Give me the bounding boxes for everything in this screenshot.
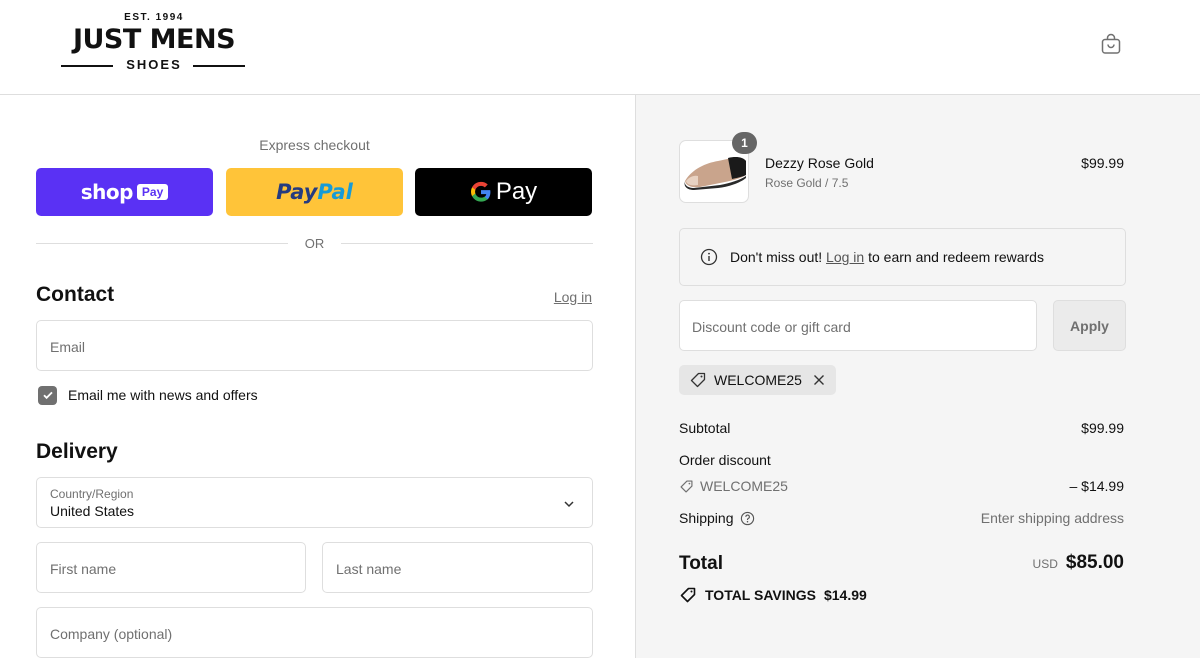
first-name-field[interactable]: First name <box>36 542 306 593</box>
total-label: Total <box>679 553 723 574</box>
shipping-label: Shipping <box>679 510 734 526</box>
subtotal-label: Subtotal <box>679 420 731 436</box>
delivery-heading: Delivery <box>36 440 118 463</box>
checkout-form: Express checkout shop Pay PayPal Pay OR … <box>0 95 635 658</box>
rewards-text: Don't miss out! Log in to earn and redee… <box>730 249 1044 265</box>
shipping-help-icon[interactable] <box>740 511 755 526</box>
email-placeholder: Email <box>50 339 86 355</box>
total-value: USD $85.00 <box>1033 552 1124 574</box>
savings-value: $14.99 <box>823 587 867 603</box>
total-savings-row: TOTAL SAVINGS $14.99 <box>679 586 867 604</box>
product-price: $99.99 <box>1081 155 1124 171</box>
total-amount: $85.00 <box>1065 552 1124 573</box>
savings-tag-icon <box>680 587 696 603</box>
or-divider: OR <box>36 235 593 253</box>
rewards-login-link[interactable]: Log in <box>826 249 864 265</box>
google-pay-button[interactable]: Pay <box>415 168 592 216</box>
info-icon <box>700 248 718 266</box>
shop-pay-button[interactable]: shop Pay <box>36 168 213 216</box>
currency-code: USD <box>1032 557 1058 571</box>
country-label: Country/Region <box>50 487 134 501</box>
subtotal-value: $99.99 <box>1081 420 1124 436</box>
order-summary: 1 Dezzy Rose Gold Rose Gold / 7.5 $99.99… <box>635 95 1200 658</box>
site-header: EST. 1994 JUST MENS SHOES <box>0 0 1200 95</box>
google-pay-word: Pay <box>495 178 538 205</box>
newsletter-option[interactable]: Email me with news and offers <box>38 385 258 405</box>
discount-code-name: WELCOME25 <box>700 478 788 494</box>
discount-code-input[interactable]: Discount code or gift card <box>679 300 1037 351</box>
shipping-row: Shipping <box>679 510 755 526</box>
close-icon <box>813 375 824 385</box>
last-name-placeholder: Last name <box>336 561 402 577</box>
apply-discount-button[interactable]: Apply <box>1053 300 1126 351</box>
discount-value: – $14.99 <box>1069 478 1125 494</box>
shopping-bag-icon[interactable] <box>1099 32 1123 56</box>
contact-heading: Contact <box>36 283 115 306</box>
product-variant: Rose Gold / 7.5 <box>765 176 849 190</box>
order-discount-label: Order discount <box>679 452 771 468</box>
tag-icon <box>690 372 706 388</box>
rewards-banner: Don't miss out! Log in to earn and redee… <box>679 228 1126 286</box>
quantity-badge: 1 <box>732 132 757 154</box>
discount-placeholder: Discount code or gift card <box>692 319 851 335</box>
shop-pay-badge: Pay <box>136 184 169 200</box>
google-pay-logo: Pay <box>470 178 537 206</box>
brand-est: EST. 1994 <box>124 12 184 23</box>
express-checkout-title: Express checkout <box>259 137 370 153</box>
company-field[interactable]: Company (optional) <box>36 607 593 658</box>
brand-logo[interactable]: EST. 1994 JUST MENS SHOES <box>38 12 270 74</box>
applied-discount-chip: WELCOME25 <box>679 365 836 395</box>
last-name-field[interactable]: Last name <box>322 542 593 593</box>
savings-label: TOTAL SAVINGS <box>705 587 816 603</box>
shipping-value: Enter shipping address <box>980 510 1124 526</box>
brand-name: JUST MENS <box>72 24 236 55</box>
newsletter-label: Email me with news and offers <box>68 387 258 403</box>
applied-code: WELCOME25 <box>714 372 802 388</box>
google-g-icon <box>470 181 491 202</box>
tag-icon <box>680 480 693 492</box>
shop-pay-word: shop <box>80 180 134 204</box>
paypal-button[interactable]: PayPal <box>226 168 403 216</box>
newsletter-checkbox[interactable] <box>38 385 57 405</box>
contact-login-link[interactable]: Log in <box>554 289 592 305</box>
remove-discount-button[interactable] <box>812 373 826 387</box>
logo-rule-right <box>193 65 245 67</box>
chevron-down-icon <box>564 501 574 508</box>
country-value: United States <box>50 503 135 519</box>
first-name-placeholder: First name <box>50 561 117 577</box>
company-placeholder: Company (optional) <box>50 626 173 642</box>
check-icon <box>42 391 53 400</box>
product-name: Dezzy Rose Gold <box>765 155 874 171</box>
email-field[interactable]: Email <box>36 320 593 371</box>
paypal-logo: PayPal <box>276 180 353 204</box>
discount-code-row: WELCOME25 <box>679 478 788 494</box>
country-select[interactable]: Country/Region United States <box>36 477 593 528</box>
